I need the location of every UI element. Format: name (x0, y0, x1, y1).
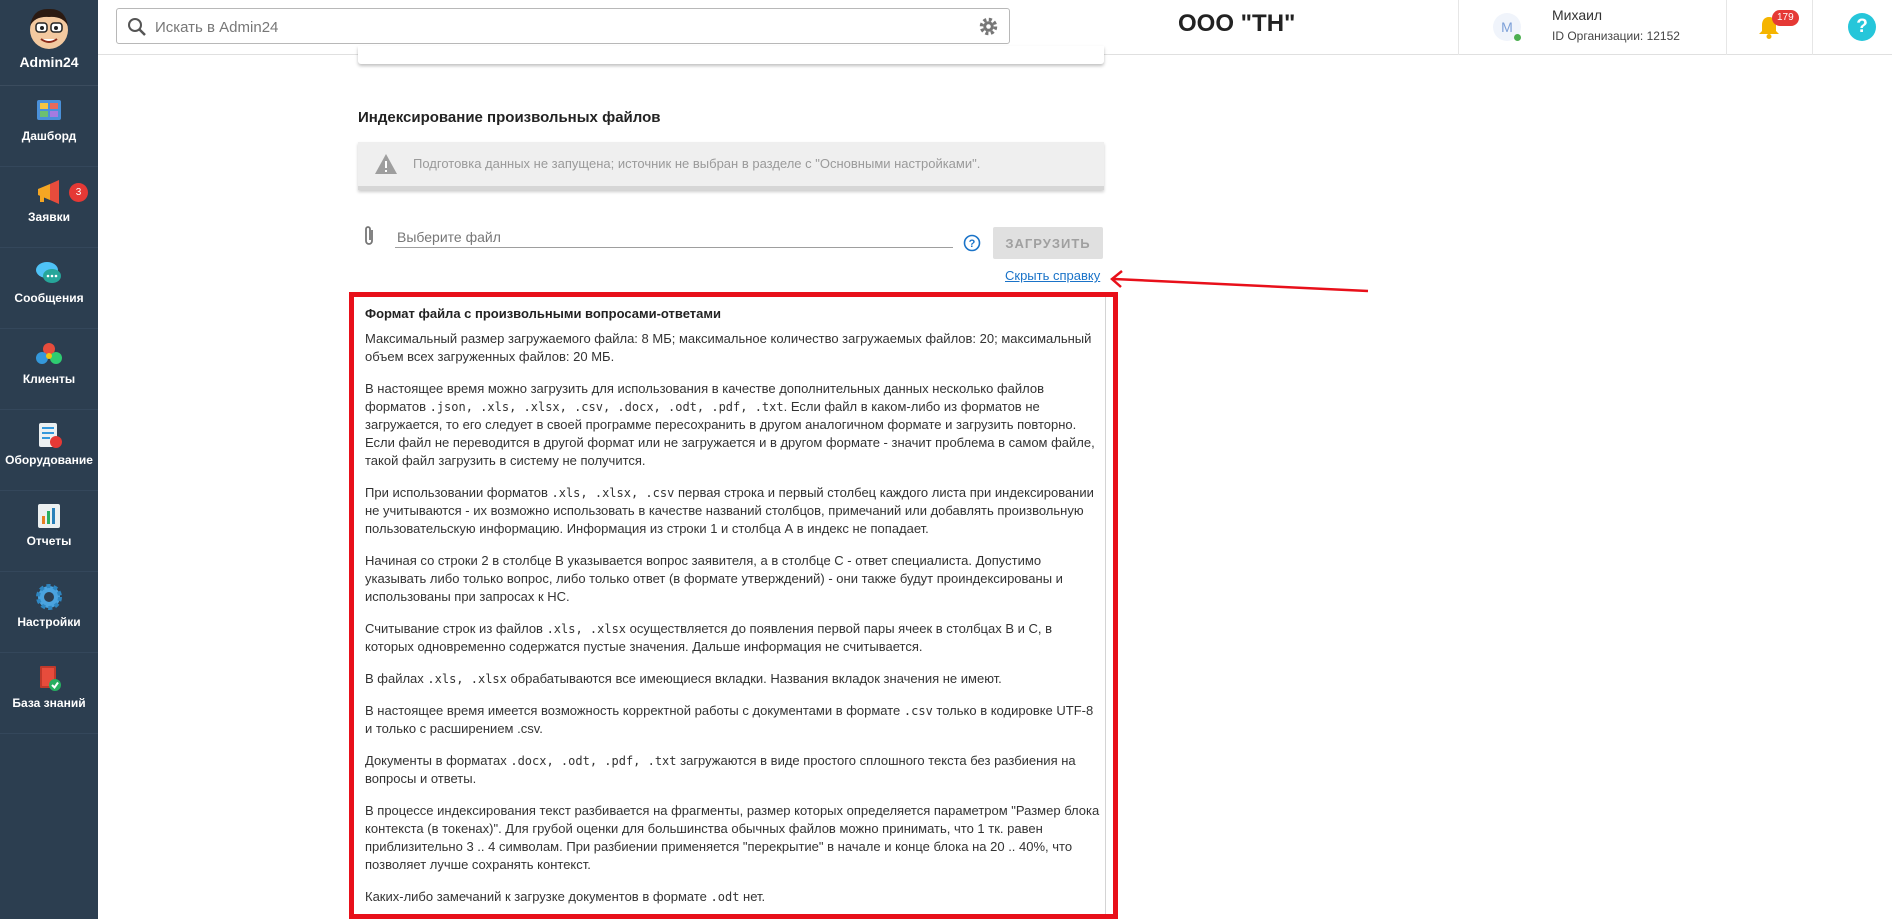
help-paragraph-reading: Считывание строк из файлов .xls, .xlsx о… (365, 620, 1100, 656)
search-icon (128, 18, 146, 36)
text: обрабатываются все имеющиеся вкладки. На… (506, 671, 1002, 686)
sidebar-item-label: База знаний (12, 696, 86, 710)
code-formats: .csv (903, 704, 933, 718)
code-formats: .xls, .xlsx (427, 672, 507, 686)
help-paragraph-columns: Начиная со строки 2 в столбце В указывае… (365, 553, 1063, 604)
sidebar-item-requests[interactable]: 3 Заявки (0, 177, 98, 248)
mascot-logo-icon (30, 8, 68, 49)
text: В файлах (365, 671, 428, 686)
code-formats: .json, .xls, .xlsx, .csv, .docx, .odt, .… (429, 400, 784, 414)
previous-section-card (358, 46, 1104, 64)
help-button[interactable]: ? (1848, 13, 1876, 41)
notifications-button[interactable]: 179 (1726, 0, 1812, 55)
sidebar-item-label: Оборудование (5, 453, 93, 467)
warning-text: Подготовка данных не запущена; источник … (413, 156, 981, 171)
red-annotation-arrow (1110, 270, 1369, 293)
help-paragraph-first-row: При использовании форматов .xls, .xlsx, … (365, 484, 1100, 538)
search-settings-gear-icon[interactable] (978, 16, 999, 37)
help-paragraph-tabs: В файлах .xls, .xlsx обрабатываются все … (365, 670, 1100, 688)
dashboard-icon (37, 100, 61, 120)
help-paragraph-csv: В настоящее время имеется возможность ко… (365, 702, 1100, 738)
equipment-icon (39, 423, 62, 448)
user-profile[interactable]: М Михаил ID Организации: 12152 (1458, 0, 1726, 55)
search-input[interactable] (153, 15, 953, 39)
reports-icon (38, 504, 60, 528)
sidebar-item-label: Заявки (28, 210, 70, 224)
organization-name: ООО "ТН" (1178, 10, 1296, 37)
knowledge-base-icon (40, 666, 61, 691)
megaphone-icon (38, 180, 59, 204)
warning-icon (375, 154, 397, 174)
help-paragraph-documents: Документы в форматах .docx, .odt, .pdf, … (365, 752, 1100, 788)
text: Каких-либо замечаний к загрузке документ… (365, 889, 711, 904)
sidebar-item-messages[interactable]: Сообщения (0, 258, 98, 329)
sidebar-item-reports[interactable]: Отчеты (0, 501, 98, 572)
requests-count-badge: 3 (69, 183, 88, 202)
svg-text:?: ? (969, 238, 976, 250)
brand[interactable]: Admin24 (0, 4, 98, 86)
clients-icon (36, 343, 62, 364)
help-paragraph-odt: Каких-либо замечаний к загрузке документ… (365, 888, 1100, 906)
help-content: Формат файла с произвольными вопросами-о… (365, 305, 1100, 914)
organization-id: ID Организации: 12152 (1552, 29, 1680, 43)
gear-icon (36, 584, 62, 610)
sidebar-item-label: Отчеты (26, 534, 72, 548)
sidebar-item-clients[interactable]: Клиенты (0, 339, 98, 410)
text: нет. (739, 889, 766, 904)
warning-banner: Подготовка данных не запущена; источник … (358, 142, 1104, 190)
code-formats: .docx, .odt, .pdf, .txt (510, 754, 677, 768)
online-status-dot (1514, 34, 1521, 41)
sidebar-item-label: Настройки (17, 615, 81, 629)
help-panel-highlight: Формат файла с произвольными вопросами-о… (349, 292, 1118, 919)
sidebar-item-dashboard[interactable]: Дашборд (0, 96, 98, 167)
help-panel: Формат файла с произвольными вопросами-о… (354, 297, 1106, 914)
sidebar-item-knowledge-base[interactable]: База знаний (0, 663, 98, 734)
notifications-count-badge: 179 (1772, 10, 1799, 26)
chat-bubbles-icon (36, 262, 61, 283)
user-name: Михаил (1552, 7, 1603, 23)
paperclip-icon[interactable] (360, 224, 378, 248)
code-formats: .xls, .xlsx, .csv (551, 486, 675, 500)
file-select-field[interactable] (395, 226, 953, 248)
sidebar-item-label: Дашборд (21, 129, 77, 143)
upload-button[interactable]: ЗАГРУЗИТЬ (993, 227, 1103, 259)
brand-name: Admin24 (19, 54, 79, 70)
hide-help-link[interactable]: Скрыть справку (1005, 268, 1100, 283)
sidebar: Admin24 Дашборд 3 Заявки Сообщения Клиен… (0, 0, 98, 919)
help-paragraph-indexing: В процессе индексирования текст разбивае… (365, 803, 1100, 872)
text: При использовании форматов (365, 485, 552, 500)
sidebar-item-equipment[interactable]: Оборудование (0, 420, 98, 491)
text: В настоящее время имеется возможность ко… (365, 703, 904, 718)
text: Документы в форматах (365, 753, 511, 768)
help-title: Формат файла с произвольными вопросами-о… (365, 306, 721, 321)
section-title: Индексирование произвольных файлов (358, 109, 661, 126)
file-help-icon[interactable]: ? (963, 234, 981, 252)
sidebar-item-label: Клиенты (22, 372, 76, 386)
help-paragraph-limits: Максимальный размер загружаемого файла: … (365, 331, 1092, 364)
help-paragraph-formats: В настоящее время можно загрузить для ис… (365, 380, 1100, 470)
text: Считывание строк из файлов (365, 621, 547, 636)
search-bar (116, 8, 1010, 44)
help-area: ? (1812, 0, 1892, 55)
code-formats: .odt (710, 890, 740, 904)
sidebar-item-label: Сообщения (14, 291, 84, 305)
code-formats: .xls, .xlsx (546, 622, 627, 636)
sidebar-item-settings[interactable]: Настройки (0, 582, 98, 653)
